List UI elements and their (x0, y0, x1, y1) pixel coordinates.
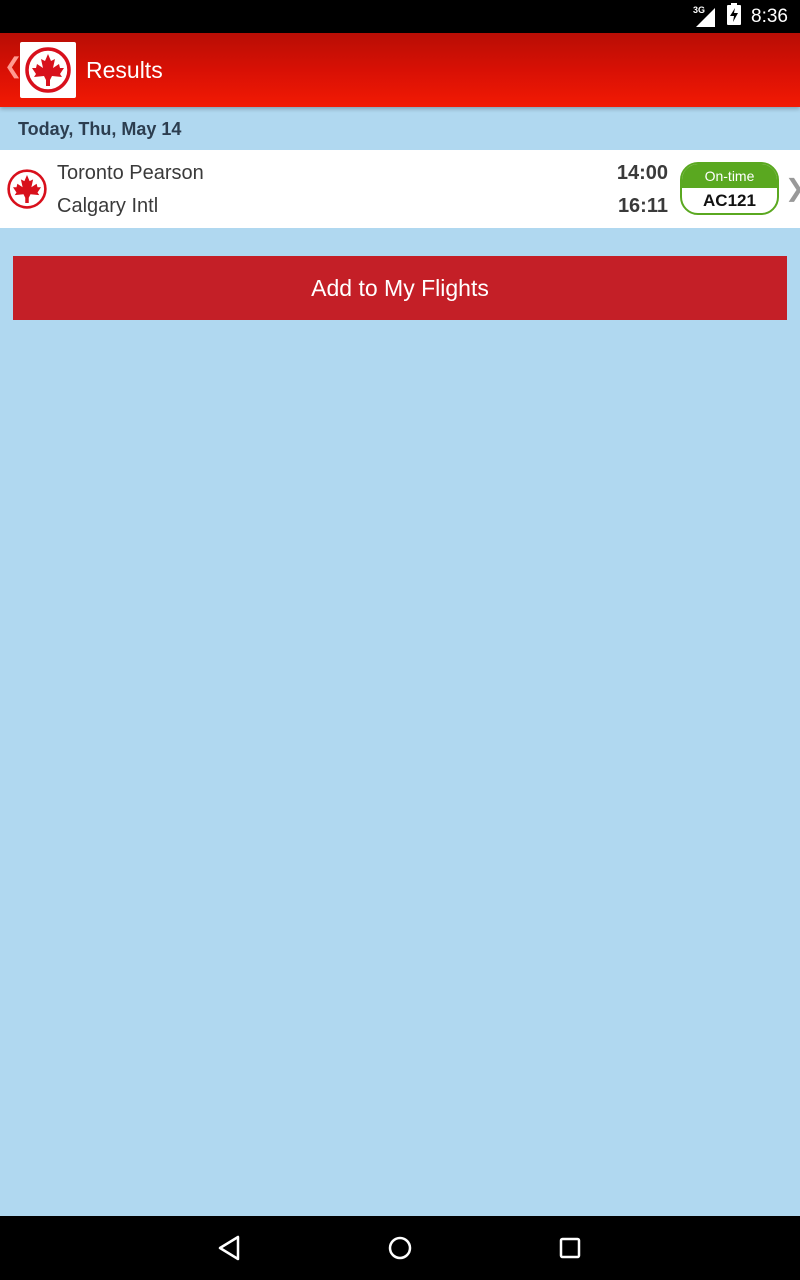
flight-row[interactable]: Toronto Pearson Calgary Intl 14:00 16:11… (0, 150, 800, 228)
app-bar: ❮ Results (0, 33, 800, 107)
back-nav-icon[interactable] (214, 1232, 246, 1264)
chevron-right-icon: ❯ (785, 174, 800, 203)
clock: 8:36 (751, 5, 788, 27)
add-to-my-flights-button[interactable]: Add to My Flights (13, 256, 787, 320)
recents-nav-icon[interactable] (554, 1232, 586, 1264)
network-type: 3G (693, 4, 706, 15)
flight-status-badge: On-time AC121 (680, 162, 779, 215)
app-logo[interactable] (20, 42, 76, 98)
destination-airport: Calgary Intl (57, 195, 159, 217)
cell-signal-icon: 3G (693, 4, 717, 28)
home-nav-icon[interactable] (384, 1232, 416, 1264)
departure-time: 14:00 (616, 162, 668, 184)
status-bar: 3G 8:36 (0, 0, 800, 33)
navigation-bar (0, 1216, 800, 1280)
maple-leaf-icon (25, 47, 71, 93)
status-icons: 3G 8:36 (693, 0, 788, 33)
flight-number: AC121 (703, 191, 756, 210)
flight-status: On-time (682, 164, 777, 188)
page-title: Results (86, 57, 163, 83)
battery-icon (727, 3, 742, 30)
origin-airport: Toronto Pearson (57, 162, 204, 184)
airline-logo-icon (7, 169, 47, 209)
date-header: Today, Thu, May 14 (18, 119, 182, 139)
arrival-time: 16:11 (617, 195, 668, 217)
